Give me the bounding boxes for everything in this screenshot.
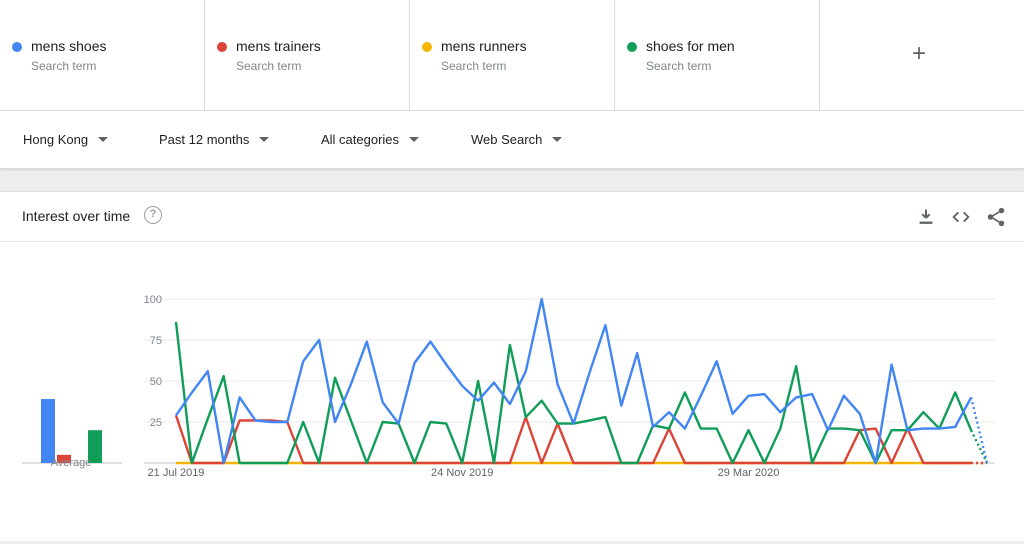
term-name: mens shoes (31, 38, 107, 54)
series-color-dot (627, 42, 637, 52)
search-type-dropdown[interactable]: Web Search (471, 132, 563, 147)
x-tick-label: 24 Nov 2019 (431, 467, 493, 479)
y-tick-label: 100 (144, 294, 162, 306)
average-bars (22, 399, 122, 464)
y-tick-label: 25 (150, 417, 162, 429)
category-dropdown[interactable]: All categories (321, 132, 420, 147)
y-tick-label: 75 (150, 335, 162, 347)
series-color-dot (422, 42, 432, 52)
category-label: All categories (321, 132, 400, 147)
interest-over-time-card: Interest over time ? Average 25 50 75 100 2… (0, 191, 1024, 541)
term-card-shoes-for-men[interactable]: shoes for men Search term (615, 0, 820, 111)
caret-down-icon (98, 137, 109, 142)
series-color-dot (217, 42, 227, 52)
download-icon[interactable] (915, 206, 937, 228)
region-label: Hong Kong (23, 132, 89, 147)
time-range-label: Past 12 months (159, 132, 250, 147)
series-partial-shoes-for-men (970, 429, 989, 464)
share-icon[interactable] (985, 206, 1007, 228)
term-type: Search term (441, 59, 507, 73)
caret-down-icon (552, 137, 563, 142)
search-type-label: Web Search (471, 132, 543, 147)
term-name: shoes for men (646, 38, 735, 54)
region-dropdown[interactable]: Hong Kong (23, 132, 109, 147)
caret-down-icon (409, 137, 420, 142)
term-type: Search term (31, 59, 97, 73)
caret-down-icon (259, 137, 270, 142)
series-partial-mens-shoes (969, 397, 989, 464)
term-name: mens trainers (236, 38, 321, 54)
average-bar-mens-shoes (41, 399, 55, 463)
term-name: mens runners (441, 38, 527, 54)
x-tick-label: 29 Mar 2020 (718, 467, 780, 479)
add-term-button[interactable]: + (820, 0, 1024, 111)
card-title: Interest over time (22, 208, 131, 224)
term-card-mens-shoes[interactable]: mens shoes Search term (0, 0, 205, 111)
term-type: Search term (236, 59, 302, 73)
x-tick-label: 21 Jul 2019 (148, 467, 205, 479)
term-card-mens-trainers[interactable]: mens trainers Search term (205, 0, 410, 111)
x-axis-ticks: 21 Jul 2019 24 Nov 2019 29 Mar 2020 (148, 467, 780, 479)
search-terms-bar: mens shoes Search term mens trainers Sea… (0, 0, 1024, 111)
term-card-mens-runners[interactable]: mens runners Search term (410, 0, 615, 111)
filters-bar: Hong Kong Past 12 months All categories … (0, 111, 1024, 169)
embed-icon[interactable] (950, 206, 972, 228)
y-tick-label: 50 (150, 376, 162, 388)
plus-icon: + (912, 40, 927, 67)
help-icon[interactable]: ? (144, 206, 162, 224)
term-type: Search term (646, 59, 712, 73)
card-header: Interest over time ? (0, 192, 1024, 242)
series-color-dot (12, 42, 22, 52)
average-label: Average (51, 457, 92, 469)
time-range-dropdown[interactable]: Past 12 months (159, 132, 270, 147)
interest-chart: Average 25 50 75 100 21 Jul 2019 24 Nov 2019… (22, 294, 995, 479)
y-axis-ticks: 25 50 75 100 (144, 294, 162, 429)
